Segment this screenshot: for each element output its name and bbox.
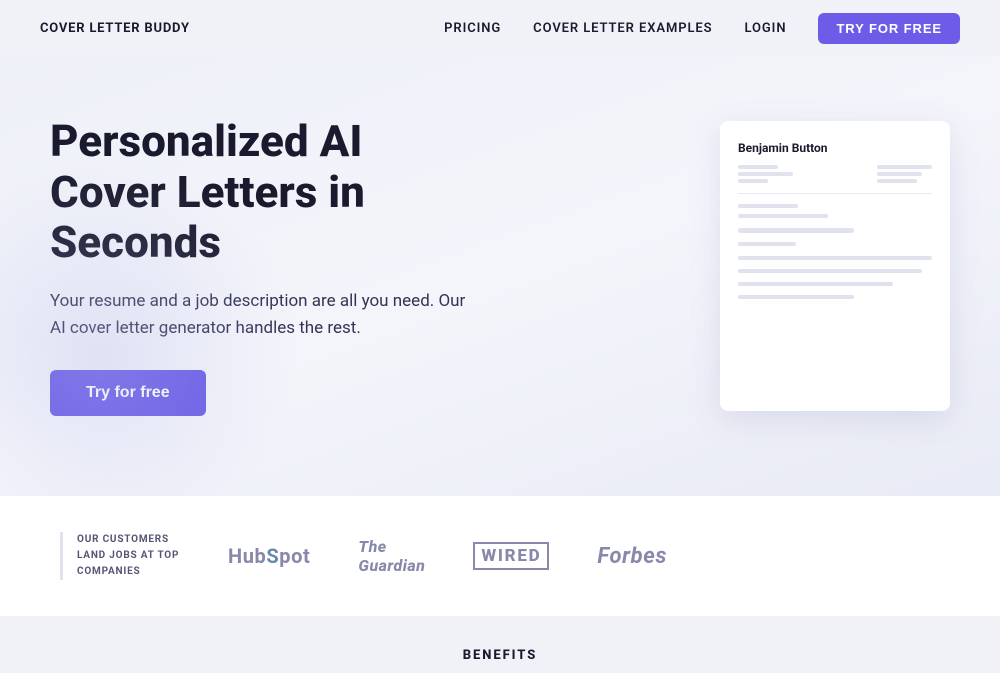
nav-pricing[interactable]: PRICING [444,21,501,36]
hubspot-logo: HubSpot [228,544,310,568]
card-meta-line-6 [877,179,917,183]
card-date-line [738,204,798,208]
card-body-line-1 [738,228,854,233]
card-meta-line-2 [738,172,793,176]
card-meta-line-4 [877,165,932,169]
card-meta-line-1 [738,165,778,169]
hero-section: Personalized AI Cover Letters in Seconds… [0,56,1000,496]
hero-content: Personalized AI Cover Letters in Seconds… [50,116,950,416]
card-body-line-5 [738,295,854,299]
wired-logo: WIRED [473,542,549,570]
customers-section: OUR CUSTOMERSLAND JOBS AT TOPCOMPANIES H… [0,496,1000,616]
card-meta-right [877,165,932,183]
card-meta-line-5 [877,172,922,176]
hero-try-free-button[interactable]: Try for free [50,370,206,416]
card-meta-line-3 [738,179,768,183]
card-meta-section [738,165,932,183]
hero-text: Personalized AI Cover Letters in Seconds… [50,116,480,416]
card-body-hello [738,242,796,246]
hero-title: Personalized AI Cover Letters in Seconds [50,116,480,268]
card-body-line-3 [738,269,922,273]
cover-letter-preview-card: Benjamin Button [720,121,950,411]
card-body-line-4 [738,282,893,286]
nav-try-free-button[interactable]: TRY FOR FREE [818,13,960,44]
nav-examples[interactable]: COVER LETTER EXAMPLES [533,21,712,36]
site-logo: COVER LETTER BUDDY [40,21,190,36]
card-meta-left [738,165,793,183]
hero-subtitle: Your resume and a job description are al… [50,288,480,342]
forbes-logo: Forbes [597,544,667,569]
nav-login[interactable]: LOGIN [745,21,787,36]
card-body-line-2 [738,256,932,260]
card-body [738,228,932,304]
navbar: COVER LETTER BUDDY PRICING COVER LETTER … [0,0,1000,56]
guardian-logo: TheGuardian [358,537,425,575]
companies-logos: HubSpot TheGuardian WIRED Forbes [228,537,940,575]
customers-label: OUR CUSTOMERSLAND JOBS AT TOPCOMPANIES [60,532,180,580]
nav-links: PRICING COVER LETTER EXAMPLES LOGIN TRY … [444,13,960,44]
card-divider [738,193,932,194]
card-person-name: Benjamin Button [738,141,932,155]
benefits-section: BENEFITS [0,616,1000,673]
benefits-title: BENEFITS [40,648,960,663]
card-subject-line [738,214,828,218]
